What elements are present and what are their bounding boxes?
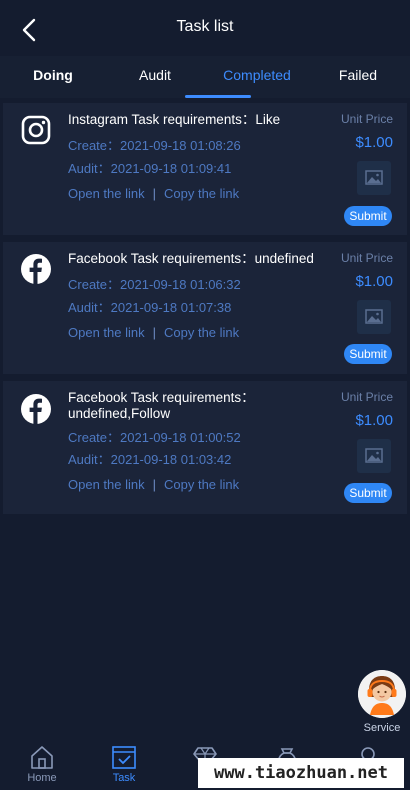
nav-home-label: Home [27, 772, 57, 784]
create-time: Create：2021-09-18 01:06:32 [68, 277, 241, 292]
image-placeholder-icon [365, 448, 383, 463]
link-separator: | [152, 325, 156, 340]
task-title: Facebook Task requirements：undefined,Fol… [68, 390, 255, 421]
nav-home[interactable]: Home [17, 744, 67, 788]
nav-task-label: Task [112, 772, 136, 784]
unit-price-label: Unit Price [340, 112, 393, 126]
task-card: Facebook Task requirements：undefined,Fol… [3, 381, 407, 514]
facebook-icon [21, 254, 51, 284]
open-link[interactable]: Open the link [68, 325, 145, 340]
image-placeholder-icon [365, 170, 383, 185]
task-links: Open the link | Copy the link [68, 477, 239, 492]
image-placeholder-icon [365, 309, 383, 324]
service-label: Service [363, 722, 401, 734]
open-link[interactable]: Open the link [68, 477, 145, 492]
submit-button[interactable]: Submit [344, 344, 392, 364]
tab-bar: Doing Audit Completed Failed [0, 56, 410, 98]
customer-service-button[interactable]: Service [358, 670, 406, 740]
copy-link[interactable]: Copy the link [164, 477, 239, 492]
unit-price: $1.00 [355, 412, 393, 429]
watermark: www.tiaozhuan.net [198, 758, 404, 788]
tab-completed[interactable]: Completed [208, 56, 306, 98]
copy-link[interactable]: Copy the link [164, 325, 239, 340]
task-card: Instagram Task requirements：Like Create：… [3, 103, 407, 235]
instagram-icon [21, 115, 51, 145]
nav-task[interactable]: Task [99, 744, 149, 788]
tab-failed[interactable]: Failed [318, 56, 398, 98]
unit-price-label: Unit Price [340, 390, 393, 404]
screenshot-upload[interactable] [357, 161, 391, 195]
link-separator: | [152, 186, 156, 201]
submit-button[interactable]: Submit [344, 206, 392, 226]
audit-time: Audit：2021-09-18 01:07:38 [68, 300, 232, 315]
submit-button[interactable]: Submit [344, 483, 392, 503]
task-card: Facebook Task requirements：undefined Cre… [3, 242, 407, 374]
home-icon [31, 746, 53, 769]
audit-time: Audit：2021-09-18 01:03:42 [68, 452, 232, 467]
tab-doing[interactable]: Doing [14, 56, 92, 98]
screenshot-upload[interactable] [357, 300, 391, 334]
page-title: Task list [176, 18, 234, 35]
unit-price: $1.00 [355, 273, 393, 290]
unit-price: $1.00 [355, 134, 393, 151]
tab-audit[interactable]: Audit [116, 56, 194, 98]
task-links: Open the link | Copy the link [68, 325, 239, 340]
task-icon [112, 746, 136, 769]
task-title: Instagram Task requirements：Like [68, 112, 281, 127]
task-links: Open the link | Copy the link [68, 186, 239, 201]
task-title: Facebook Task requirements：undefined [68, 251, 314, 266]
copy-link[interactable]: Copy the link [164, 186, 239, 201]
create-time: Create：2021-09-18 01:08:26 [68, 138, 241, 153]
facebook-icon [21, 394, 51, 424]
create-time: Create：2021-09-18 01:00:52 [68, 430, 241, 445]
open-link[interactable]: Open the link [68, 186, 145, 201]
header: Task list [0, 0, 410, 56]
unit-price-label: Unit Price [340, 251, 393, 265]
service-agent-icon [358, 670, 406, 718]
link-separator: | [152, 477, 156, 492]
active-tab-indicator [185, 95, 251, 98]
audit-time: Audit：2021-09-18 01:09:41 [68, 161, 232, 176]
screenshot-upload[interactable] [357, 439, 391, 473]
